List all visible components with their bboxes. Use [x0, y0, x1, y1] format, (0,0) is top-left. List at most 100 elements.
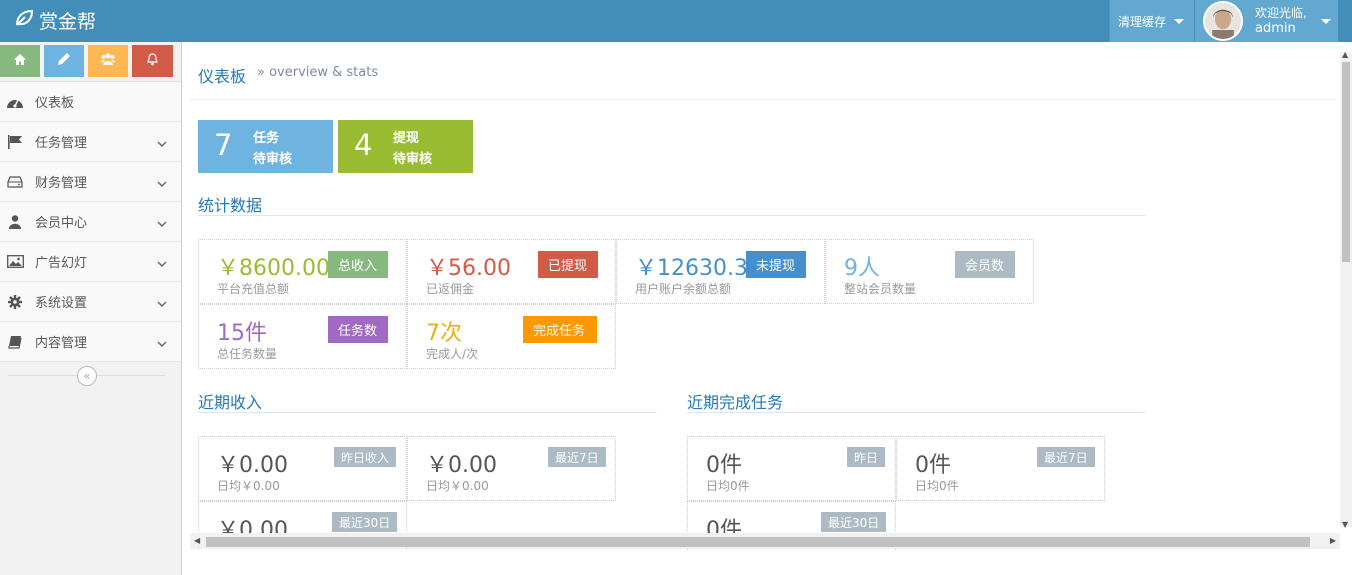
tasks-value: 0件: [706, 453, 742, 478]
pending-withdrawals-infobox[interactable]: 4 提现 待审核: [338, 120, 473, 173]
stat-badge: 已提现: [538, 251, 598, 278]
clear-cache-dropdown[interactable]: 清理缓存: [1108, 0, 1194, 42]
stat-value: 9人: [844, 256, 880, 281]
stat-badge: 未提现: [746, 251, 806, 278]
tasks-card-yesterday: 0件 日均0件 昨日: [687, 436, 896, 501]
income-card-yesterday: ￥0.00 日均￥0.00 昨日收入: [198, 436, 407, 501]
shortcut-edit-button[interactable]: [44, 45, 84, 77]
stat-card-balance: ￥12630.34 用户账户余额总额 未提现: [616, 239, 825, 304]
sidebar-item-label: 内容管理: [35, 336, 88, 351]
income-tag: 最近7日: [548, 447, 606, 467]
user-icon: [1, 214, 29, 229]
clear-cache-label: 清理缓存: [1117, 14, 1166, 29]
chevron-down-icon: [157, 137, 167, 152]
chevron-down-icon: [157, 217, 167, 232]
stat-desc: 完成人/次: [426, 347, 479, 361]
username: admin: [1255, 21, 1296, 36]
tasks-tag: 最近30日: [821, 512, 887, 532]
welcome-text: 欢迎光临,: [1255, 6, 1307, 20]
leaf-icon: [14, 8, 34, 33]
income-value: ￥0.00: [426, 453, 497, 478]
sidebar-item-finance[interactable]: 财务管理: [0, 162, 181, 202]
sidebar-item-label: 任务管理: [35, 136, 88, 151]
sidebar-item-ads[interactable]: 广告幻灯: [0, 242, 181, 282]
sidebar-item-tasks[interactable]: 任务管理: [0, 122, 181, 162]
user-menu[interactable]: 欢迎光临, admin: [1195, 0, 1338, 42]
stat-value: ￥56.00: [426, 256, 511, 281]
stat-badge: 总收入: [328, 251, 388, 278]
sidebar-item-content[interactable]: 内容管理: [0, 322, 181, 362]
income-desc: 日均￥0.00: [217, 479, 280, 493]
brand[interactable]: 赏金帮: [14, 7, 96, 34]
page-title: 仪表板: [198, 67, 247, 86]
stat-value: 7次: [426, 321, 462, 346]
book-icon: [1, 335, 29, 349]
scroll-right-icon[interactable]: ▶: [1330, 536, 1336, 545]
sidebar-item-settings[interactable]: 系统设置: [0, 282, 181, 322]
double-chevron-left-icon[interactable]: «: [77, 366, 97, 386]
tasks-desc: 日均0件: [706, 479, 750, 493]
horizontal-scroll-thumb[interactable]: [206, 537, 1310, 547]
stat-card-total-income: ￥8600.00 平台充值总额 总收入: [198, 239, 407, 304]
page-header: 仪表板 » overview & stats: [190, 50, 1338, 100]
stat-badge: 完成任务: [523, 316, 597, 343]
sidebar-item-label: 系统设置: [35, 296, 88, 311]
pencil-icon: [58, 53, 70, 69]
income-tag: 最近30日: [332, 512, 398, 532]
stat-desc: 平台充值总额: [217, 282, 290, 296]
avatar: [1203, 1, 1243, 41]
stat-desc: 总任务数量: [217, 347, 278, 361]
main-content: 仪表板 » overview & stats 7 任务 待审核 4 提现 待审核 统…: [190, 50, 1340, 550]
stat-card-completed: 7次 完成人/次 完成任务: [407, 304, 616, 369]
bell-icon: [147, 52, 158, 70]
income-value: ￥0.00: [217, 453, 288, 478]
income-section-title: 近期收入: [198, 389, 657, 413]
infobox-number: 4: [354, 128, 373, 162]
chevron-down-icon: [157, 297, 167, 312]
infobox-sublabel: 待审核: [253, 152, 293, 167]
stat-card-paid: ￥56.00 已返佣金 已提现: [407, 239, 616, 304]
pending-tasks-infobox[interactable]: 7 任务 待审核: [198, 120, 333, 173]
cog-icon: [1, 294, 29, 309]
sidebar-item-members[interactable]: 会员中心: [0, 202, 181, 242]
brand-name: 赏金帮: [39, 11, 97, 33]
flag-icon: [1, 134, 29, 149]
scroll-down-icon[interactable]: ▼: [1342, 520, 1348, 529]
tasks-section-title: 近期完成任务: [687, 389, 1146, 413]
caret-down-icon: [1320, 18, 1331, 24]
picture-icon: [1, 255, 29, 268]
dashboard-icon: [1, 95, 29, 109]
scroll-up-icon[interactable]: ▲: [1342, 50, 1348, 59]
shortcut-users-button[interactable]: [88, 45, 128, 77]
tasks-tag: 昨日: [847, 447, 886, 467]
vertical-scroll-thumb[interactable]: [1342, 62, 1350, 262]
tasks-tag: 最近7日: [1037, 447, 1095, 467]
sidebar-item-label: 广告幻灯: [35, 256, 88, 271]
scroll-left-icon[interactable]: ◀: [194, 536, 200, 545]
sidebar: 仪表板 任务管理 财务管理 会员中心 广告幻灯 系统设置 内容管理 «: [0, 42, 182, 575]
sidebar-item-label: 仪表板: [35, 96, 75, 111]
chevron-down-icon: [157, 257, 167, 272]
sidebar-shortcuts: [0, 42, 181, 82]
sidebar-item-dashboard[interactable]: 仪表板: [0, 82, 181, 122]
top-navbar: 赏金帮 清理缓存 欢迎光临, admin: [0, 0, 1352, 42]
tasks-desc: 日均0件: [915, 479, 959, 493]
horizontal-scrollbar[interactable]: ◀ ▶: [190, 533, 1340, 549]
shortcut-notification-button[interactable]: [132, 45, 173, 77]
page-subtitle: » overview & stats: [257, 65, 379, 80]
vertical-scrollbar[interactable]: ▲ ▼: [1340, 50, 1352, 529]
stats-section-title: 统计数据: [198, 192, 1146, 216]
tasks-value: 0件: [915, 453, 951, 478]
stat-desc: 已返佣金: [426, 282, 475, 296]
chevron-down-icon: [157, 337, 167, 352]
stat-card-members: 9人 整站会员数量 会员数: [825, 239, 1034, 304]
stat-desc: 整站会员数量: [844, 282, 917, 296]
income-tag: 昨日收入: [334, 447, 397, 467]
tasks-card-7days: 0件 日均0件 最近7日: [896, 436, 1105, 501]
stat-badge: 任务数: [328, 316, 388, 343]
infobox-sublabel: 待审核: [393, 152, 433, 167]
caret-down-icon: [1174, 18, 1184, 24]
sidebar-collapse: «: [0, 362, 181, 390]
infobox-number: 7: [214, 128, 233, 162]
shortcut-home-button[interactable]: [0, 45, 40, 77]
